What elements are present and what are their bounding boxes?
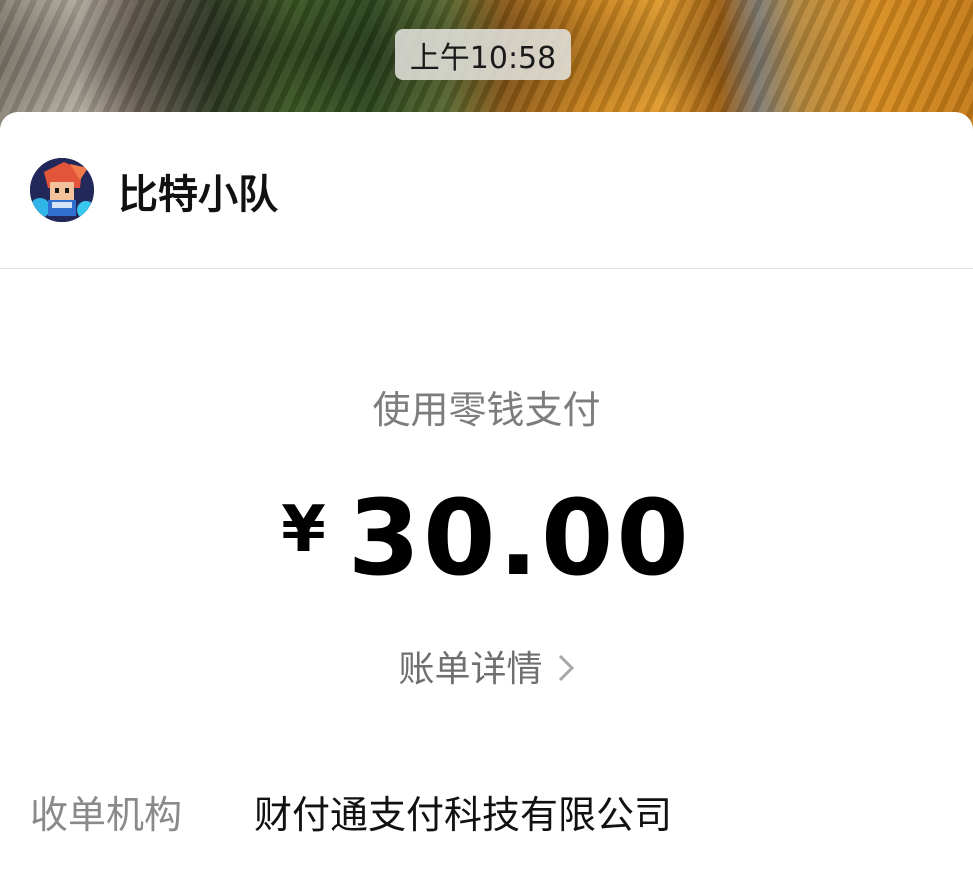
acquirer-row: 收单机构 财付通支付科技有限公司: [30, 784, 970, 844]
acquirer-label: 收单机构: [30, 793, 183, 837]
acquirer-value: 财付通支付科技有限公司: [254, 793, 673, 837]
merchant-name: 比特小队: [118, 172, 278, 218]
payment-method: 使用零钱支付: [372, 388, 601, 432]
chevron-right-icon: [557, 651, 575, 692]
payment-card: 比特小队 使用零钱支付 ¥30.00 账单详情 收单机构 财付通支付科技有限公司: [0, 112, 973, 873]
game-character-icon: [30, 158, 94, 222]
merchant-header[interactable]: 比特小队: [0, 112, 973, 269]
time-stamp: 上午10:58: [395, 29, 571, 80]
bill-detail-link[interactable]: 账单详情: [0, 640, 973, 692]
amount-value: 30.00: [347, 477, 692, 599]
bill-detail-label: 账单详情: [398, 649, 543, 690]
payment-amount: ¥30.00: [0, 477, 973, 599]
avatar[interactable]: [30, 158, 94, 222]
currency-symbol: ¥: [281, 493, 326, 567]
